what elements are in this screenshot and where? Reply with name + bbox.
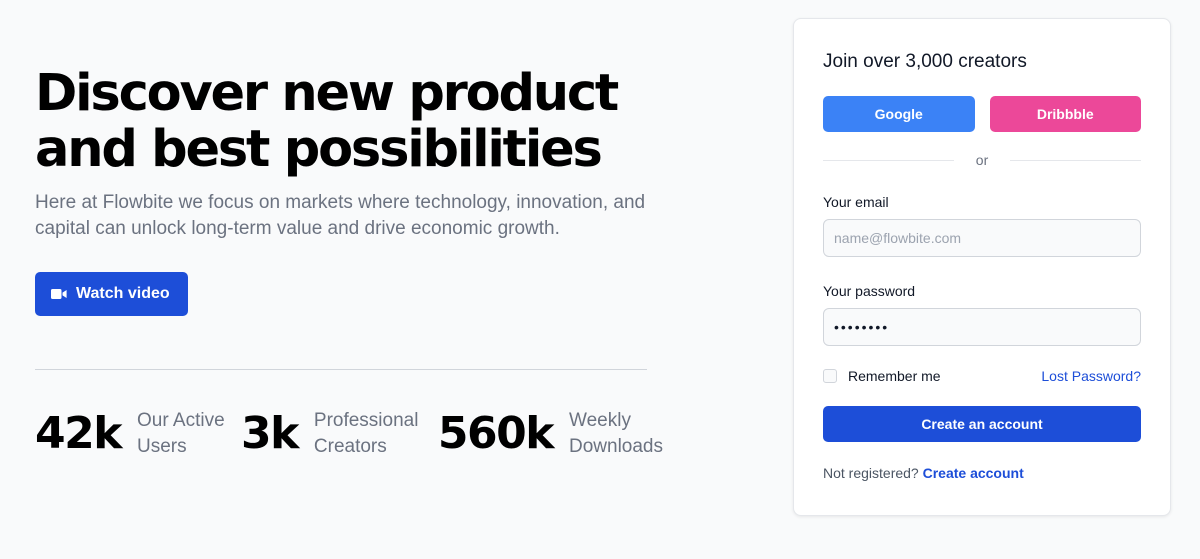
- not-registered-text: Not registered?: [823, 465, 919, 481]
- signup-card: Join over 3,000 creators Google Dribbble…: [793, 18, 1171, 516]
- email-label: Your email: [823, 194, 889, 210]
- hero-title: Discover new product and best possibilit…: [35, 66, 647, 178]
- stat-value: 42k: [35, 408, 123, 459]
- or-label: or: [975, 152, 989, 168]
- stat-value: 3k: [241, 408, 299, 459]
- google-login-button[interactable]: Google: [823, 96, 975, 132]
- remember-me-checkbox[interactable]: [823, 369, 837, 383]
- hero-title-line2: and best possibilities: [35, 120, 603, 179]
- not-registered-note: Not registered? Create account: [823, 465, 1141, 481]
- hero-title-line1: Discover new product: [35, 64, 619, 123]
- remember-row: Remember me Lost Password?: [823, 368, 1141, 384]
- create-account-link[interactable]: Create account: [923, 465, 1024, 481]
- password-label: Your password: [823, 283, 916, 299]
- signup-heading: Join over 3,000 creators: [823, 51, 1027, 72]
- stats-divider: [35, 369, 647, 370]
- watch-video-label: Watch video: [76, 285, 170, 302]
- stats-row: 42k Our Active Users 3k Professional Cre…: [35, 408, 669, 460]
- remember-me-label: Remember me: [848, 368, 941, 384]
- email-field[interactable]: [823, 219, 1141, 257]
- create-account-button[interactable]: Create an account: [823, 406, 1141, 442]
- social-login-row: Google Dribbble: [823, 96, 1141, 132]
- stat-label: Weekly Downloads: [569, 410, 663, 457]
- separator-line: [1010, 159, 1142, 161]
- password-field[interactable]: [823, 308, 1141, 346]
- stat-creators: 3k Professional Creators: [241, 408, 426, 460]
- hero-section: Discover new product and best possibilit…: [35, 66, 647, 316]
- stat-downloads: 560k Weekly Downloads: [438, 408, 669, 460]
- stat-active-users: 42k Our Active Users: [35, 408, 237, 460]
- stat-value: 560k: [437, 408, 555, 459]
- stat-label: Professional Creators: [313, 410, 419, 457]
- dribbble-login-button[interactable]: Dribbble: [989, 96, 1141, 132]
- stat-label: Our Active Users: [137, 410, 225, 457]
- watch-video-button[interactable]: Watch video: [35, 272, 188, 316]
- separator-line: [823, 159, 954, 161]
- video-camera-icon: [51, 288, 67, 300]
- lost-password-link[interactable]: Lost Password?: [1041, 368, 1141, 384]
- or-separator: or: [823, 152, 1142, 168]
- remember-me: Remember me: [823, 368, 941, 384]
- hero-lead: Here at Flowbite we focus on markets whe…: [35, 192, 646, 239]
